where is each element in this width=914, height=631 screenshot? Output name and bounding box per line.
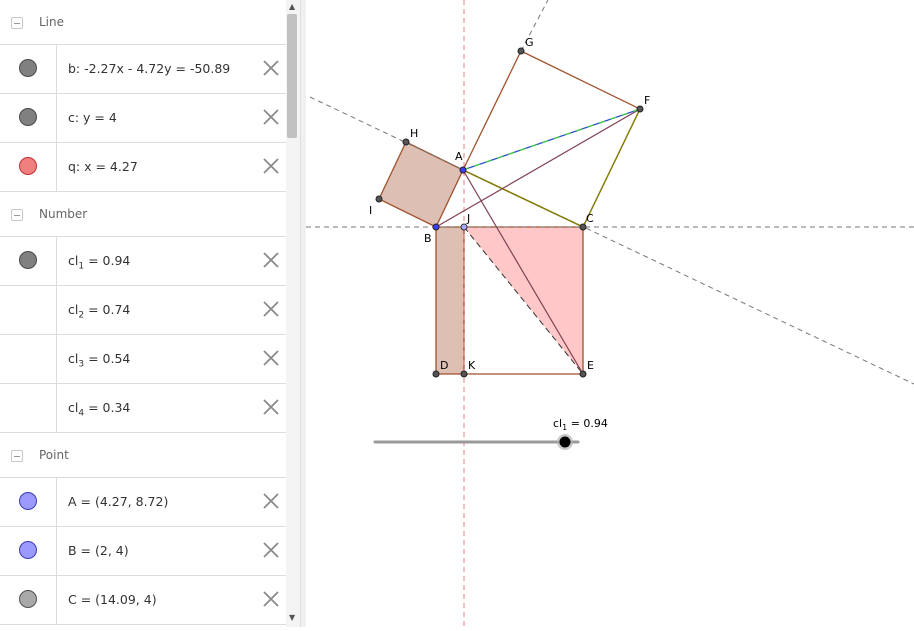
marble-cell[interactable] xyxy=(0,478,57,526)
graphics-view[interactable]: A B C D E F G H I J K cl1 = 0.94 xyxy=(306,0,914,627)
visibility-toggle-icon[interactable] xyxy=(19,108,37,126)
collapse-icon[interactable] xyxy=(11,450,23,462)
delete-icon[interactable] xyxy=(262,541,280,559)
slider-cl1[interactable]: cl1 = 0.94 xyxy=(373,417,608,450)
point-F[interactable] xyxy=(636,105,644,113)
square-ABHI[interactable] xyxy=(378,141,464,228)
group-label-number: Number xyxy=(39,207,88,221)
visibility-toggle-icon[interactable] xyxy=(19,492,37,510)
algebra-row-C[interactable]: C = (14.09, 4) xyxy=(0,576,286,625)
point-H[interactable] xyxy=(402,138,410,146)
line-b[interactable] xyxy=(309,96,914,385)
marble-cell[interactable] xyxy=(0,527,57,575)
point-G[interactable] xyxy=(517,47,525,55)
group-header-number[interactable]: Number xyxy=(0,192,286,237)
collapse-icon[interactable] xyxy=(11,17,23,29)
delete-icon[interactable] xyxy=(262,590,280,608)
point-I[interactable] xyxy=(375,195,383,203)
marble-cell[interactable] xyxy=(0,576,57,624)
delete-icon[interactable] xyxy=(262,157,280,175)
algebra-expression[interactable]: A = (4.27, 8.72) xyxy=(68,494,168,509)
visibility-toggle-icon[interactable] xyxy=(19,157,37,175)
algebra-row-q[interactable]: q: x = 4.27 xyxy=(0,143,286,192)
collapse-icon[interactable] xyxy=(11,209,23,221)
algebra-row-B[interactable]: B = (2, 4) xyxy=(0,527,286,576)
algebra-expression[interactable]: q: x = 4.27 xyxy=(68,159,138,174)
label-D: D xyxy=(440,359,448,372)
algebra-row-b[interactable]: b: -2.27x - 4.72y = -50.89 xyxy=(0,45,286,94)
label-K: K xyxy=(468,359,476,372)
algebra-row-cl2[interactable]: cl2 = 0.74 xyxy=(0,286,286,335)
point-E[interactable] xyxy=(579,370,587,378)
algebra-expression[interactable]: cl3 = 0.54 xyxy=(68,351,130,370)
rect-BDKJ[interactable] xyxy=(435,226,465,375)
label-B: B xyxy=(424,232,432,245)
segment-BF[interactable] xyxy=(435,108,641,228)
point-D[interactable] xyxy=(432,370,440,378)
slider-label: cl1 = 0.94 xyxy=(553,417,608,432)
scroll-thumb[interactable] xyxy=(287,14,297,138)
label-H: H xyxy=(410,127,418,140)
algebra-expression[interactable]: cl1 = 0.94 xyxy=(68,253,130,272)
delete-icon[interactable] xyxy=(262,398,280,416)
algebra-expression[interactable]: cl2 = 0.74 xyxy=(68,302,130,321)
marble-cell[interactable] xyxy=(0,45,57,93)
label-G: G xyxy=(525,36,534,49)
slider-handle-core[interactable] xyxy=(559,436,571,448)
marble-cell[interactable] xyxy=(0,335,57,383)
segment-AC[interactable] xyxy=(462,169,584,228)
algebra-scrollbar[interactable]: ▲ ▼ xyxy=(286,0,300,627)
visibility-toggle-icon[interactable] xyxy=(19,251,37,269)
algebra-view: Line b: -2.27x - 4.72y = -50.89 c: y = 4… xyxy=(0,0,286,627)
marble-cell[interactable] xyxy=(0,286,57,334)
group-label-point: Point xyxy=(39,448,69,462)
algebra-row-c[interactable]: c: y = 4 xyxy=(0,94,286,143)
delete-icon[interactable] xyxy=(262,492,280,510)
algebra-expression[interactable]: b: -2.27x - 4.72y = -50.89 xyxy=(68,61,230,76)
visibility-toggle-icon[interactable] xyxy=(19,541,37,559)
delete-icon[interactable] xyxy=(262,349,280,367)
label-J: J xyxy=(466,212,470,225)
delete-icon[interactable] xyxy=(262,251,280,269)
label-E: E xyxy=(587,359,594,372)
algebra-expression[interactable]: c: y = 4 xyxy=(68,110,117,125)
marble-cell[interactable] xyxy=(0,384,57,432)
label-C: C xyxy=(586,212,594,225)
delete-icon[interactable] xyxy=(262,300,280,318)
algebra-row-cl3[interactable]: cl3 = 0.54 xyxy=(0,335,286,384)
point-K[interactable] xyxy=(460,370,468,378)
delete-icon[interactable] xyxy=(262,59,280,77)
point-B[interactable] xyxy=(432,223,440,231)
marble-cell[interactable] xyxy=(0,237,57,285)
marble-cell[interactable] xyxy=(0,94,57,142)
segment-CF[interactable] xyxy=(582,108,641,228)
scroll-up-icon[interactable]: ▲ xyxy=(289,3,295,11)
algebra-expression[interactable]: C = (14.09, 4) xyxy=(68,592,157,607)
label-A: A xyxy=(455,150,463,163)
visibility-toggle-icon[interactable] xyxy=(19,59,37,77)
label-I: I xyxy=(369,204,372,217)
algebra-row-A[interactable]: A = (4.27, 8.72) xyxy=(0,478,286,527)
algebra-row-cl4[interactable]: cl4 = 0.34 xyxy=(0,384,286,433)
group-header-point[interactable]: Point xyxy=(0,433,286,478)
scroll-down-icon[interactable]: ▼ xyxy=(289,614,295,622)
point-A[interactable] xyxy=(459,166,467,174)
visibility-toggle-icon[interactable] xyxy=(19,590,37,608)
group-header-line[interactable]: Line xyxy=(0,0,286,45)
algebra-expression[interactable]: cl4 = 0.34 xyxy=(68,400,130,419)
group-label-line: Line xyxy=(39,15,65,29)
marble-cell[interactable] xyxy=(0,143,57,191)
algebra-expression[interactable]: B = (2, 4) xyxy=(68,543,129,558)
label-F: F xyxy=(644,94,650,107)
delete-icon[interactable] xyxy=(262,108,280,126)
algebra-row-cl1[interactable]: cl1 = 0.94 xyxy=(0,237,286,286)
